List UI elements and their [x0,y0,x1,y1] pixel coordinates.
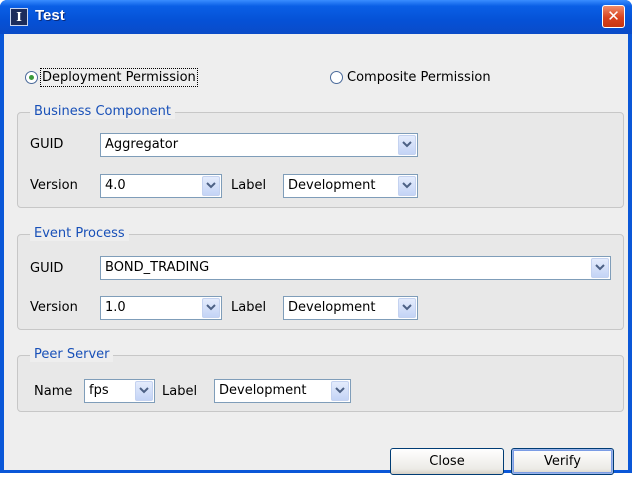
chevron-down-icon[interactable] [398,135,416,155]
bc-version-select[interactable]: 4.0 [100,174,222,198]
ep-version-label: Version [30,300,78,315]
app-icon: I [10,8,28,26]
window-title: Test [35,7,65,24]
ep-label-value: Development [288,300,376,315]
ps-name-value: fps [89,383,109,398]
bc-label-select[interactable]: Development [283,174,418,198]
composite-permission-option[interactable]: Composite Permission [330,66,491,88]
close-button[interactable]: Close [390,448,504,475]
peer-server-title: Peer Server [30,347,114,362]
ep-version-value: 1.0 [105,300,126,315]
composite-permission-radio[interactable] [330,70,343,84]
chevron-down-icon[interactable] [202,176,220,196]
bc-guid-label: GUID [30,137,64,152]
ep-version-select[interactable]: 1.0 [100,296,222,320]
bc-version-label: Version [30,178,78,193]
deployment-permission-option[interactable]: Deployment Permission [25,66,198,88]
chevron-down-icon[interactable] [398,176,416,196]
ep-guid-value: BOND_TRADING [105,260,210,275]
ep-guid-select[interactable]: BOND_TRADING [100,256,611,280]
verify-button[interactable]: Verify [511,448,614,475]
ps-label-select[interactable]: Development [214,379,351,403]
composite-permission-label: Composite Permission [347,69,491,85]
ep-guid-label: GUID [30,261,64,276]
ps-name-label: Name [34,384,73,399]
chevron-down-icon[interactable] [331,381,349,401]
ps-name-select[interactable]: fps [84,379,155,403]
chevron-down-icon[interactable] [135,381,153,401]
ep-label-select[interactable]: Development [283,296,418,320]
bc-label-label: Label [231,178,267,193]
ps-label-label: Label [162,384,198,399]
chevron-down-icon[interactable] [591,258,609,278]
ep-label-label: Label [231,300,267,315]
bc-guid-value: Aggregator [105,137,179,152]
bc-label-value: Development [288,178,376,193]
chevron-down-icon[interactable] [398,298,416,318]
chevron-down-icon[interactable] [202,298,220,318]
ps-label-value: Development [219,383,307,398]
close-window-icon[interactable]: ✕ [602,5,625,28]
bc-version-value: 4.0 [105,178,126,193]
bc-guid-select[interactable]: Aggregator [100,133,418,157]
deployment-permission-radio[interactable] [25,70,38,84]
deployment-permission-label: Deployment Permission [40,67,198,87]
title-bar[interactable]: I Test ✕ [0,0,632,34]
business-component-title: Business Component [30,104,175,119]
event-process-title: Event Process [30,226,129,241]
